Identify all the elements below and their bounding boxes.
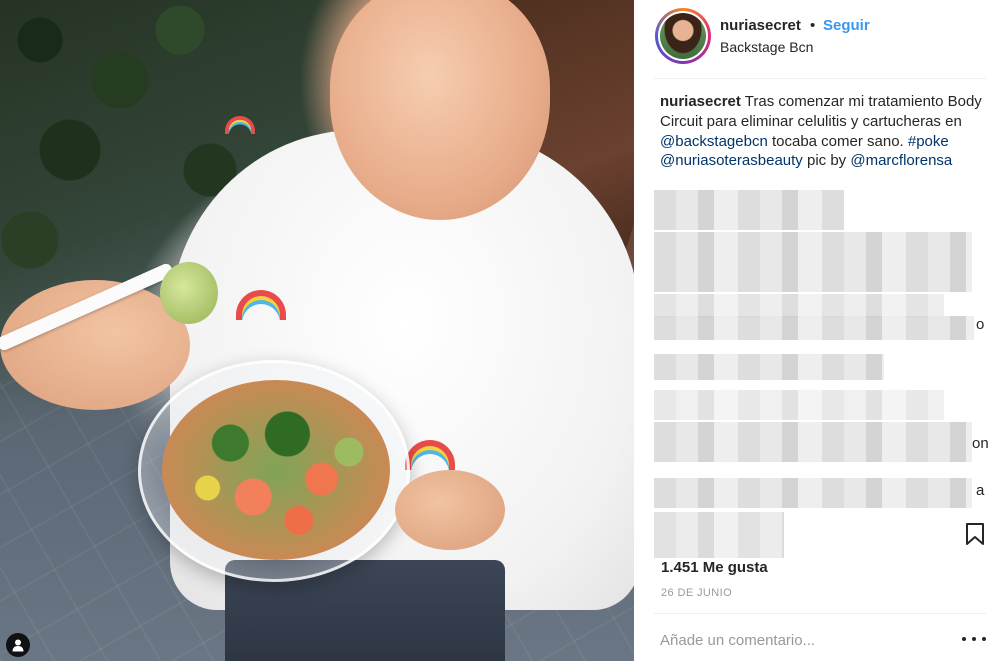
pixelated-block [654,512,784,558]
pixelated-block [654,390,944,420]
likes-count[interactable]: 1.451 Me gusta [661,559,768,576]
blurred-fragment: a [976,482,985,499]
pixelated-block [654,478,972,508]
user-tag-icon[interactable] [6,633,30,657]
post-details-panel: nuriasecret • Seguir Backstage Bcn nuria… [634,0,1000,661]
mention-link[interactable]: @backstagebcn [660,133,768,150]
avatar[interactable] [655,8,711,64]
pixelated-block [654,354,884,380]
photo-avocado [160,262,218,324]
post-caption: nuriasecret Tras comenzar mi tratamiento… [660,92,990,171]
divider [654,613,986,614]
pixelated-block [654,294,944,318]
bookmark-icon[interactable] [964,522,986,546]
pixelated-comments: o on a [654,190,989,560]
pixelated-block [654,422,972,462]
comment-input[interactable] [660,628,940,652]
blurred-fragment: on [972,435,989,452]
caption-text: tocaba comer sano. [767,132,908,150]
photo-hand [395,470,505,550]
post-header: nuriasecret • Seguir Backstage Bcn [634,0,1000,78]
pixelated-block [654,190,844,230]
follow-button[interactable]: Seguir [823,17,870,34]
pixelated-block [654,232,972,292]
post-location[interactable]: Backstage Bcn [720,39,813,55]
divider [654,78,986,79]
pixelated-block [654,316,974,340]
post-date[interactable]: 26 DE JUNIO [661,587,732,599]
mention-link[interactable]: @marcflorensa [850,152,952,169]
post-username[interactable]: nuriasecret [720,17,801,34]
photo-poke-food [162,380,390,560]
separator-dot: • [810,17,816,34]
hashtag-link[interactable]: #poke [908,133,949,150]
blurred-fragment: o [976,316,985,333]
caption-text: pic by [802,152,851,170]
avatar-image [660,13,706,59]
post-photo[interactable] [0,0,634,661]
caption-username[interactable]: nuriasecret [660,93,741,110]
mention-link[interactable]: @nuriasoterasbeauty [660,152,803,169]
more-options-icon[interactable] [962,632,986,646]
